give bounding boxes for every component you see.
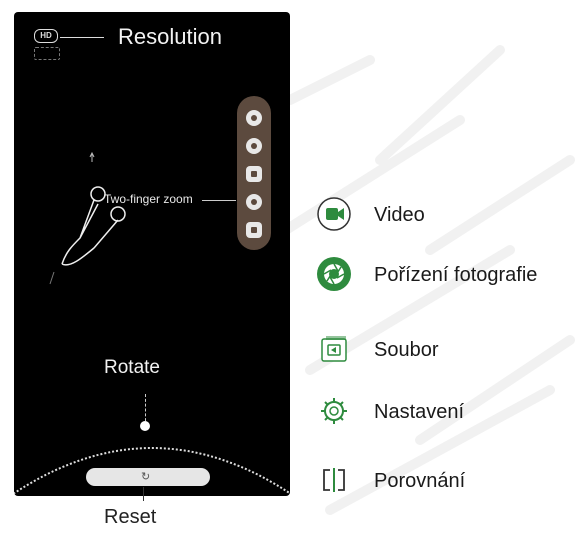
rotate-label: Rotate [104, 357, 160, 378]
video-icon [317, 197, 351, 231]
gear-icon [321, 398, 347, 424]
compare-icon [323, 468, 345, 492]
side-toolbar [237, 96, 271, 250]
reset-button[interactable]: ↻ [86, 468, 210, 486]
toolbar-compare-button[interactable] [246, 222, 262, 238]
resolution-label: Resolution [118, 24, 222, 49]
legend-label: Video [374, 204, 425, 226]
hd-badge[interactable]: HD [34, 29, 58, 43]
legend-label: Soubor [374, 339, 439, 361]
two-finger-zoom-hand-icon [49, 152, 126, 285]
toolbar-video-button[interactable] [246, 110, 262, 126]
zoom-callout-line [202, 200, 236, 201]
zoom-label: Two-finger zoom [104, 192, 193, 206]
file-icon [321, 336, 347, 362]
reset-icon: ↻ [141, 471, 151, 483]
resolution-callout-line [60, 37, 104, 38]
legend-label: Nastavení [374, 401, 465, 423]
resolution-indicator [34, 47, 60, 60]
watermark [265, 45, 575, 515]
reset-label: Reset [104, 506, 157, 528]
reset-callout-line [143, 487, 144, 501]
legend-label: Porovnání [374, 470, 466, 492]
rotate-dial-handle[interactable] [140, 421, 150, 431]
camera-screen: HD Resolution Two-finger zoom Rotate ↻ [14, 12, 290, 496]
toolbar-file-button[interactable] [246, 166, 262, 182]
legend-label: Pořízení fotografie [374, 264, 538, 286]
toolbar-capture-button[interactable] [246, 138, 262, 154]
shutter-icon [317, 257, 351, 291]
toolbar-settings-button[interactable] [246, 194, 262, 210]
